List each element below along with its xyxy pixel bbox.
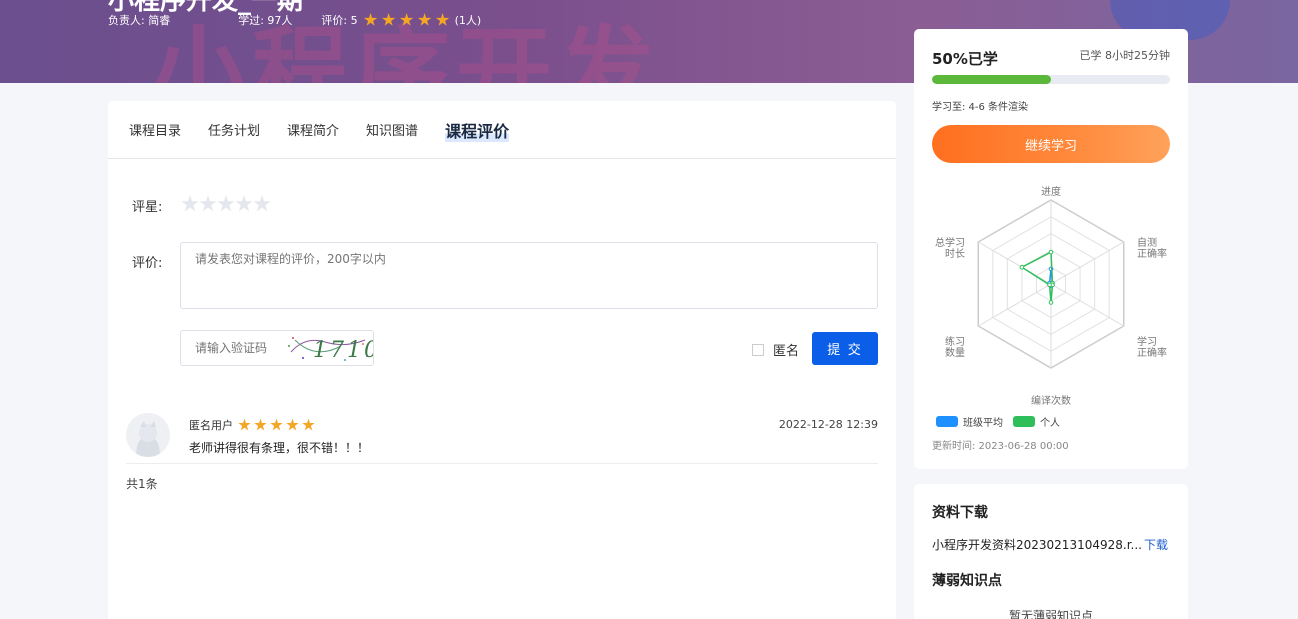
anonymous-toggle[interactable]: 匿名 xyxy=(752,340,799,359)
review-textarea[interactable] xyxy=(180,242,878,309)
download-link[interactable]: 下载 xyxy=(1144,536,1168,553)
star-icon xyxy=(302,418,315,431)
tab-catalog[interactable]: 课程目录 xyxy=(129,120,181,139)
anonymous-label: 匿名 xyxy=(773,344,800,359)
legend-class-swatch xyxy=(936,416,958,427)
star-icon xyxy=(254,418,267,431)
ability-radar-chart: 进度自测正确率学习正确率编译次数练习数量总学习时长 xyxy=(935,185,1167,407)
radar-axis-label: 编译次数 xyxy=(1031,394,1071,407)
radar-axis-label-line2: 正确率 xyxy=(1137,247,1167,260)
legend-personal-label: 个人 xyxy=(1040,418,1060,429)
course-owner: 负责人: 简睿 xyxy=(108,14,171,27)
tab-intro[interactable]: 课程简介 xyxy=(287,120,339,139)
captcha-field: 1710 xyxy=(180,330,374,366)
course-rating: 评价: 5 (1人) xyxy=(321,12,481,28)
progress-bar-fill xyxy=(932,75,1051,84)
star-icon xyxy=(435,13,450,26)
captcha-input[interactable] xyxy=(181,341,281,355)
radar-series-personal xyxy=(1020,250,1054,303)
score-star-2[interactable] xyxy=(199,195,217,212)
comment-user-name: 匿名用户 xyxy=(189,419,233,432)
submit-button[interactable]: 提 交 xyxy=(812,332,878,365)
tab-reviews[interactable]: 课程评价 xyxy=(445,117,510,142)
course-rating-count: (1人) xyxy=(454,14,482,27)
star-icon xyxy=(286,418,299,431)
score-star-3[interactable] xyxy=(217,195,235,212)
course-main-panel: 课程目录 任务计划 课程简介 知识图谱 课程评价 评星: 评价: 1710 匿名… xyxy=(108,101,896,619)
radar-series-personal-point xyxy=(1048,300,1054,305)
course-tabs: 课程目录 任务计划 课程简介 知识图谱 课程评价 xyxy=(108,101,896,159)
legend-personal-swatch xyxy=(1013,416,1035,427)
star-icon xyxy=(363,13,378,26)
comment-item: 匿名用户 2022-12-28 12:39 老师讲得很有条理，很不错！！！ xyxy=(126,413,878,464)
course-meta: 负责人: 简睿 学过: 97人 评价: 5 (1人) xyxy=(108,12,481,28)
legend-class-label: 班级平均 xyxy=(963,418,1003,429)
radar-axis-line xyxy=(1050,241,1124,285)
course-rating-label: 评价: 5 xyxy=(321,14,358,27)
score-star-1[interactable] xyxy=(181,195,199,212)
tab-knowledge-graph[interactable]: 知识图谱 xyxy=(366,120,418,139)
weak-points-empty: 暂无薄弱知识点 xyxy=(1008,609,1093,619)
radar-axis-label: 学习 xyxy=(1137,335,1157,348)
update-time: 更新时间: 2023-06-28 00:00 xyxy=(932,441,1069,452)
radar-series-personal-point xyxy=(1019,264,1025,270)
radar-axis-line xyxy=(978,283,1052,327)
star-icon xyxy=(381,13,396,26)
radar-axis-label: 进度 xyxy=(1041,185,1061,198)
progress-percent: 50%已学 xyxy=(932,50,998,68)
star-icon xyxy=(238,418,251,431)
radar-axis-label: 练习 xyxy=(945,335,965,348)
star-icon xyxy=(270,418,283,431)
radar-legend: 班级平均 个人 xyxy=(936,414,1060,429)
captcha-image[interactable]: 1710 xyxy=(285,332,373,364)
resource-file-row: 小程序开发资料20230213104928.r... 下载 xyxy=(932,536,1168,553)
study-position: 学习至: 4-6 条件渲染 xyxy=(932,102,1029,113)
progress-bar xyxy=(932,75,1170,84)
progress-card: 50%已学 已学 8小时25分钟 学习至: 4-6 条件渲染 继续学习 进度自测… xyxy=(914,29,1188,469)
radar-series-personal-point xyxy=(1047,282,1052,288)
radar-axis-label-line2: 数量 xyxy=(945,346,965,359)
score-star-5[interactable] xyxy=(253,195,271,212)
course-learners: 学过: 97人 xyxy=(238,14,293,27)
avatar xyxy=(126,413,170,457)
radar-axis-label-line2: 正确率 xyxy=(1137,346,1167,359)
comment-label: 评价: xyxy=(132,256,163,271)
comment-stars xyxy=(238,418,318,432)
score-label: 评星: xyxy=(132,200,163,215)
score-star-picker xyxy=(181,195,271,213)
anonymous-checkbox[interactable] xyxy=(752,343,764,356)
comment-text: 老师讲得很有条理，很不错！！！ xyxy=(189,441,370,455)
course-rating-stars xyxy=(363,13,454,27)
radar-axis-line xyxy=(1050,283,1124,327)
score-star-4[interactable] xyxy=(235,195,253,212)
resources-title: 资料下载 xyxy=(932,505,988,521)
radar-axis-label-line2: 时长 xyxy=(945,248,965,260)
radar-axis-line xyxy=(978,241,1052,285)
comment-time: 2022-12-28 12:39 xyxy=(778,418,878,431)
radar-axis-label: 自测 xyxy=(1137,236,1157,249)
resources-card: 资料下载 小程序开发资料20230213104928.r... 下载 薄弱知识点… xyxy=(914,484,1188,619)
tab-task-plan[interactable]: 任务计划 xyxy=(208,120,260,139)
continue-learning-button[interactable]: 继续学习 xyxy=(932,125,1170,163)
studied-time: 已学 8小时25分钟 xyxy=(1079,49,1171,62)
comment-user: 匿名用户 xyxy=(189,417,318,433)
resource-file-name: 小程序开发资料20230213104928.r... xyxy=(932,538,1142,552)
comment-total: 共1条 xyxy=(126,477,158,491)
star-icon xyxy=(399,13,414,26)
radar-axis-label: 总学习 xyxy=(935,236,965,249)
star-icon xyxy=(417,13,432,26)
weak-points-title: 薄弱知识点 xyxy=(932,573,1002,589)
captcha-text: 1710 xyxy=(313,338,373,363)
radar-series-personal-point xyxy=(1048,249,1054,255)
